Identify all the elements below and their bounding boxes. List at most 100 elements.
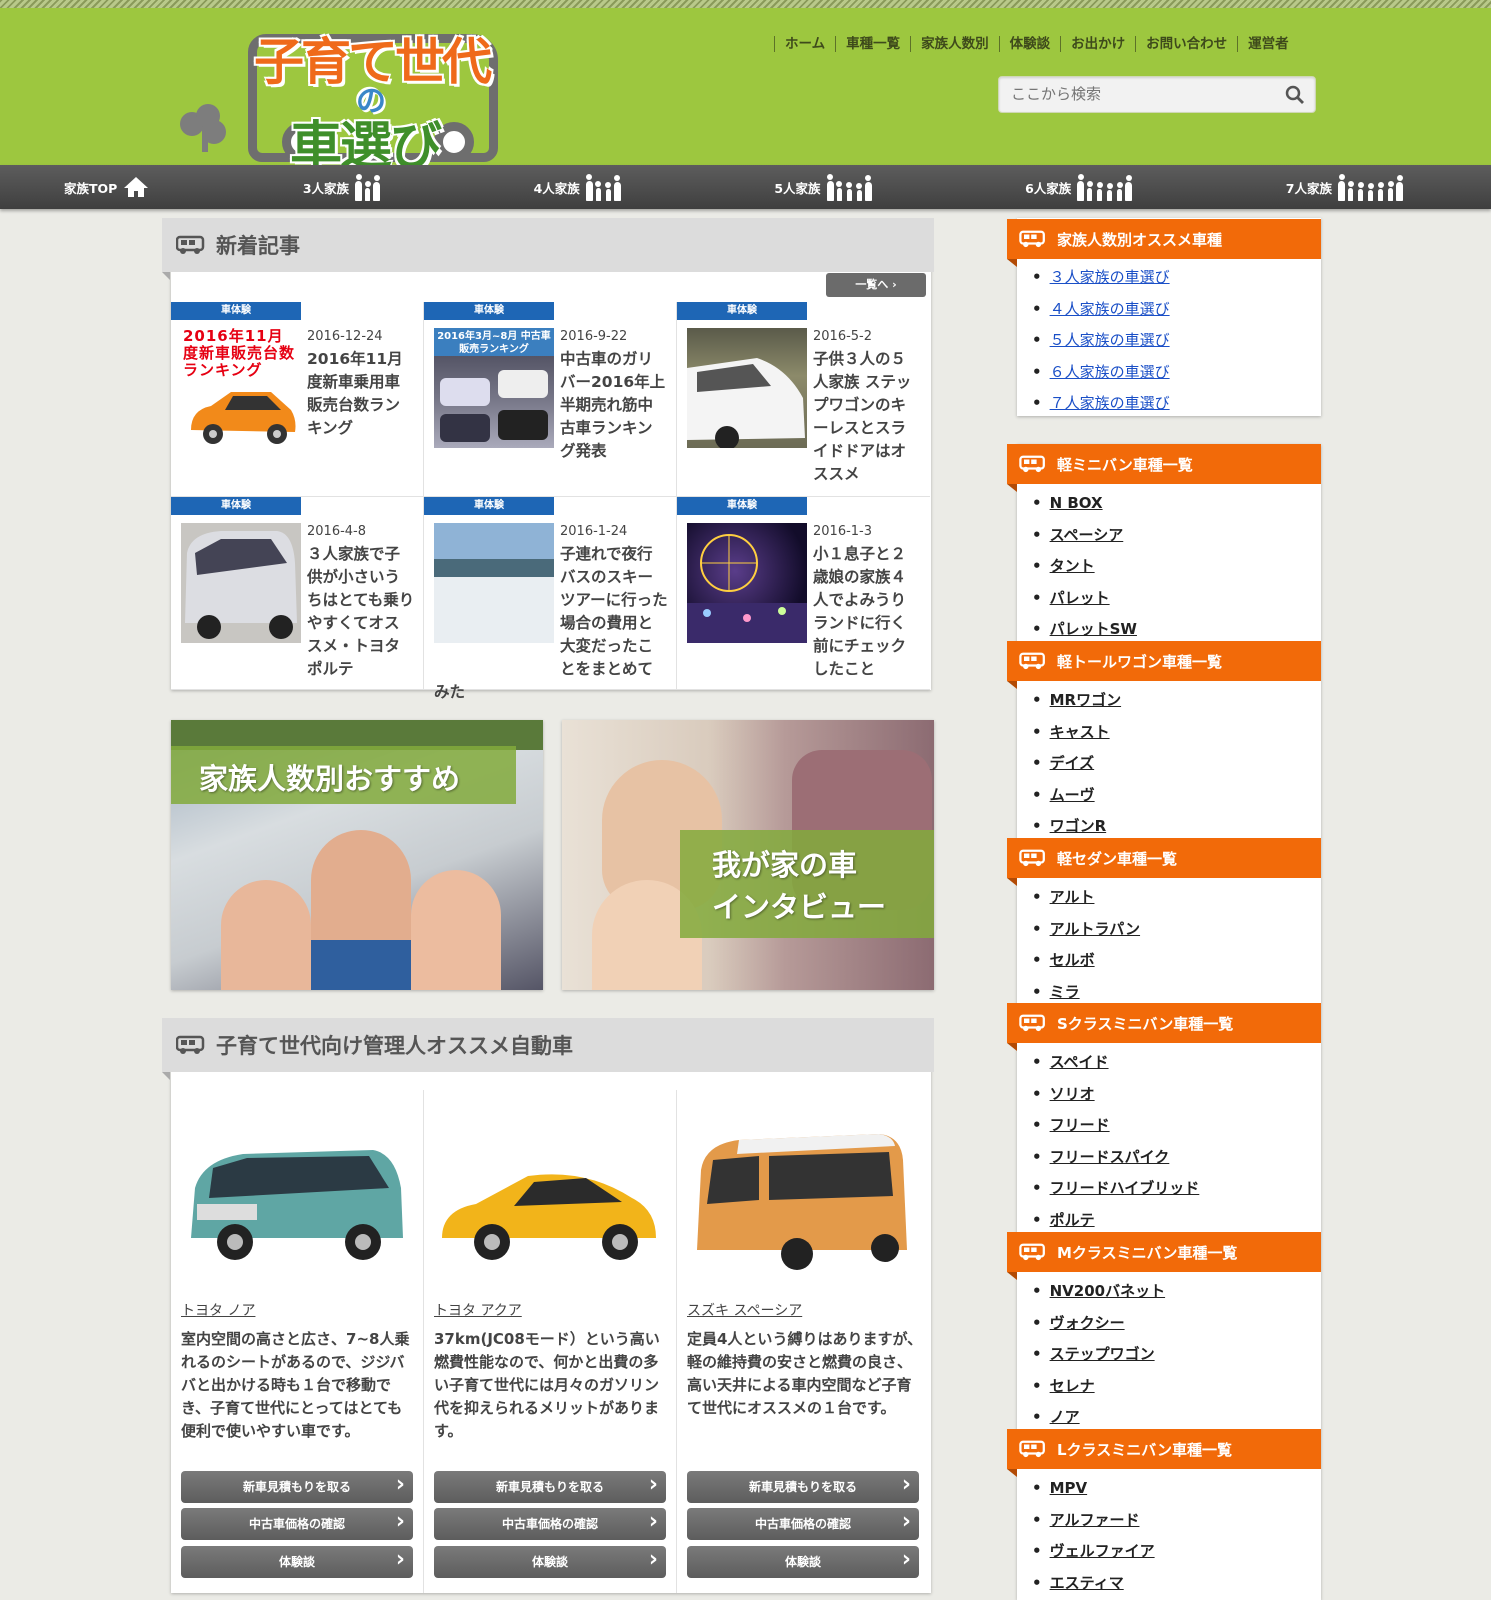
- news-tag: 車体験: [424, 302, 554, 320]
- family-nav-label: 家族TOP: [64, 180, 118, 196]
- sidebar-link[interactable]: N BOX: [1032, 488, 1137, 520]
- sidebar-link[interactable]: ３人家族の車選び: [1032, 262, 1170, 294]
- banner-family-size[interactable]: 家族人数別おすすめ: [171, 720, 543, 990]
- sidebar-link[interactable]: パレット: [1032, 583, 1137, 615]
- sidebar-link[interactable]: MRワゴン: [1032, 685, 1121, 717]
- search-icon[interactable]: [1285, 85, 1305, 105]
- news-item[interactable]: 車体験 2016年11月度新車販売台数ランキング 2016-12-24 2016…: [171, 302, 424, 497]
- bus-icon: [176, 1035, 205, 1054]
- family-nav-6[interactable]: 6人家族: [1025, 173, 1133, 201]
- news-date: 2016-9-22: [560, 329, 628, 344]
- car-name-link[interactable]: トヨタ ノア: [181, 1300, 255, 1320]
- sidebar-link[interactable]: ７人家族の車選び: [1032, 388, 1170, 420]
- sidebar-link[interactable]: スペーシア: [1032, 520, 1137, 552]
- news-tag: 車体験: [424, 497, 554, 515]
- sidebar-link[interactable]: ヴェルファイア: [1032, 1536, 1155, 1568]
- family-3-icon: [355, 173, 381, 201]
- family-nav-label: 7人家族: [1285, 180, 1332, 196]
- sidebar-link[interactable]: アルファード: [1032, 1505, 1155, 1537]
- sidebar-link[interactable]: アルトラパン: [1032, 914, 1140, 946]
- sidebar-link[interactable]: アルト: [1032, 882, 1140, 914]
- sidebar-heading: 家族人数別オススメ車種: [1007, 219, 1321, 267]
- family-nav-5[interactable]: 5人家族: [774, 173, 872, 201]
- family-nav-label: 3人家族: [302, 180, 350, 196]
- news-item[interactable]: 車体験 2016-5-2 子供３人の５人家族 ステップワゴンのキーレスとスライド…: [677, 302, 930, 497]
- news-title-text: 2016年11月度新車乗用車販売台数ランキング: [307, 350, 403, 437]
- sidebar-link[interactable]: ５人家族の車選び: [1032, 325, 1170, 357]
- nav-outing[interactable]: お出かけ: [1060, 36, 1135, 52]
- car-image[interactable]: [183, 1138, 409, 1268]
- sidebar-heading: Sクラスミニバン車種一覧: [1007, 1003, 1321, 1051]
- search-input[interactable]: [1011, 85, 1261, 103]
- recommend-car: トヨタ アクア 37km(JC08モード）という高い燃費性能なので、何かと出費の…: [424, 1090, 677, 1593]
- sidebar-list-s-minivan: スペイド ソリオ フリード フリードスパイク フリードハイブリッド ポルテ: [1032, 1047, 1200, 1236]
- banner-title: インタビュー: [712, 890, 887, 924]
- family-nav-3[interactable]: 3人家族: [302, 173, 381, 201]
- family-nav-top[interactable]: 家族TOP: [64, 176, 149, 198]
- news-date: 2016-4-8: [307, 524, 367, 539]
- news-item[interactable]: 車体験 2016年3月~8月 中古車販売ランキング 2016-9-22 中古車の…: [424, 302, 677, 497]
- nav-operator[interactable]: 運営者: [1237, 36, 1299, 52]
- experience-button[interactable]: 体験談: [181, 1544, 413, 1578]
- banner-interview[interactable]: 我が家の車 インタビュー: [562, 720, 934, 990]
- sidebar-link[interactable]: ６人家族の車選び: [1032, 357, 1170, 389]
- news-title-text: 子供３人の５人家族 ステップワゴンのキーレスとスライドドアはオススメ: [813, 350, 912, 483]
- sidebar-link[interactable]: タント: [1032, 551, 1137, 583]
- nav-home[interactable]: ホーム: [774, 36, 835, 52]
- sidebar-link[interactable]: フリードハイブリッド: [1032, 1173, 1200, 1205]
- used-car-price-button[interactable]: 中古車価格の確認: [181, 1506, 413, 1540]
- family-6-icon: [1077, 173, 1133, 201]
- nav-family-size[interactable]: 家族人数別: [910, 36, 999, 52]
- news-title-text: 小１息子と２歳娘の家族４人でよみうりランドに行く前にチェックしたこと: [813, 545, 907, 678]
- sidebar-link[interactable]: スペイド: [1032, 1047, 1199, 1079]
- bus-icon: [1019, 455, 1045, 473]
- nav-car-list[interactable]: 車種一覧: [835, 36, 910, 52]
- sidebar-link[interactable]: MPV: [1032, 1473, 1155, 1505]
- new-car-estimate-button[interactable]: 新車見積もりを取る: [181, 1469, 413, 1503]
- recommend-title: 子育て世代向け管理人オススメ自動車: [216, 1034, 573, 1058]
- sidebar-link[interactable]: ムーヴ: [1032, 780, 1121, 812]
- sidebar-link[interactable]: セレナ: [1032, 1371, 1165, 1403]
- new-car-estimate-button[interactable]: 新車見積もりを取る: [434, 1469, 666, 1503]
- sidebar-link[interactable]: エスティマ: [1032, 1568, 1155, 1600]
- bus-icon: [1019, 849, 1045, 867]
- experience-button[interactable]: 体験談: [687, 1544, 919, 1578]
- top-nav: ホーム 車種一覧 家族人数別 体験談 お出かけ お問い合わせ 運営者: [774, 36, 1299, 52]
- sidebar-link[interactable]: ４人家族の車選び: [1032, 294, 1170, 326]
- car-name-link[interactable]: トヨタ アクア: [434, 1300, 522, 1320]
- car-image[interactable]: [689, 1120, 915, 1270]
- used-car-price-button[interactable]: 中古車価格の確認: [687, 1506, 919, 1540]
- sidebar-link[interactable]: ステップワゴン: [1032, 1339, 1165, 1371]
- family-nav-4[interactable]: 4人家族: [534, 173, 621, 201]
- news-item[interactable]: 車体験 2016-4-8 ３人家族で子供が小さいうちはとても乗りやすくてオススメ…: [171, 497, 424, 690]
- sidebar-link[interactable]: デイズ: [1032, 748, 1121, 780]
- bus-icon: [176, 235, 205, 254]
- sidebar-list-kei-minivan: N BOX スペーシア タント パレット パレットSW: [1032, 488, 1137, 646]
- car-name-link[interactable]: スズキ スペーシア: [687, 1300, 802, 1320]
- experience-button[interactable]: 体験談: [434, 1544, 666, 1578]
- sidebar-link[interactable]: フリード: [1032, 1110, 1199, 1142]
- sidebar-link[interactable]: フリードスパイク: [1032, 1142, 1199, 1174]
- sidebar-heading: Mクラスミニバン車種一覧: [1007, 1232, 1321, 1280]
- recommend-car: スズキ スペーシア 定員4人という縛りはありますが、軽の維持費の安さと燃費の良さ…: [677, 1090, 930, 1593]
- sidebar-link[interactable]: NV200バネット: [1032, 1276, 1165, 1308]
- tree-icon: [180, 104, 226, 152]
- site-logo[interactable]: 子育て世代 の 車選び: [172, 14, 512, 177]
- news-item[interactable]: 車体験 2016-1-3 小１息子と２歳娘の家族４人でよみうりランドに行く前にチ…: [677, 497, 930, 690]
- family-5-icon: [826, 173, 872, 201]
- car-image[interactable]: [436, 1158, 662, 1268]
- news-date: 2016-1-3: [813, 524, 873, 539]
- nav-contact[interactable]: お問い合わせ: [1135, 36, 1237, 52]
- nav-experience[interactable]: 体験談: [998, 36, 1061, 52]
- sidebar-link[interactable]: セルボ: [1032, 945, 1140, 977]
- sidebar-link[interactable]: ソリオ: [1032, 1079, 1199, 1111]
- news-item[interactable]: 車体験 2016-1-24 子連れで夜行バスのスキーツアーに行った場合の費用と大…: [424, 497, 677, 701]
- sidebar-link[interactable]: キャスト: [1032, 717, 1121, 749]
- news-more-button[interactable]: 一覧へ ›: [826, 273, 926, 297]
- used-car-price-button[interactable]: 中古車価格の確認: [434, 1506, 666, 1540]
- new-car-estimate-button[interactable]: 新車見積もりを取る: [687, 1469, 919, 1503]
- sidebar-link[interactable]: ヴォクシー: [1032, 1308, 1165, 1340]
- news-date: 2016-1-24: [560, 524, 628, 539]
- sidebar-list-m-minivan: NV200バネット ヴォクシー ステップワゴン セレナ ノア: [1032, 1276, 1165, 1434]
- family-nav-7[interactable]: 7人家族: [1286, 173, 1403, 201]
